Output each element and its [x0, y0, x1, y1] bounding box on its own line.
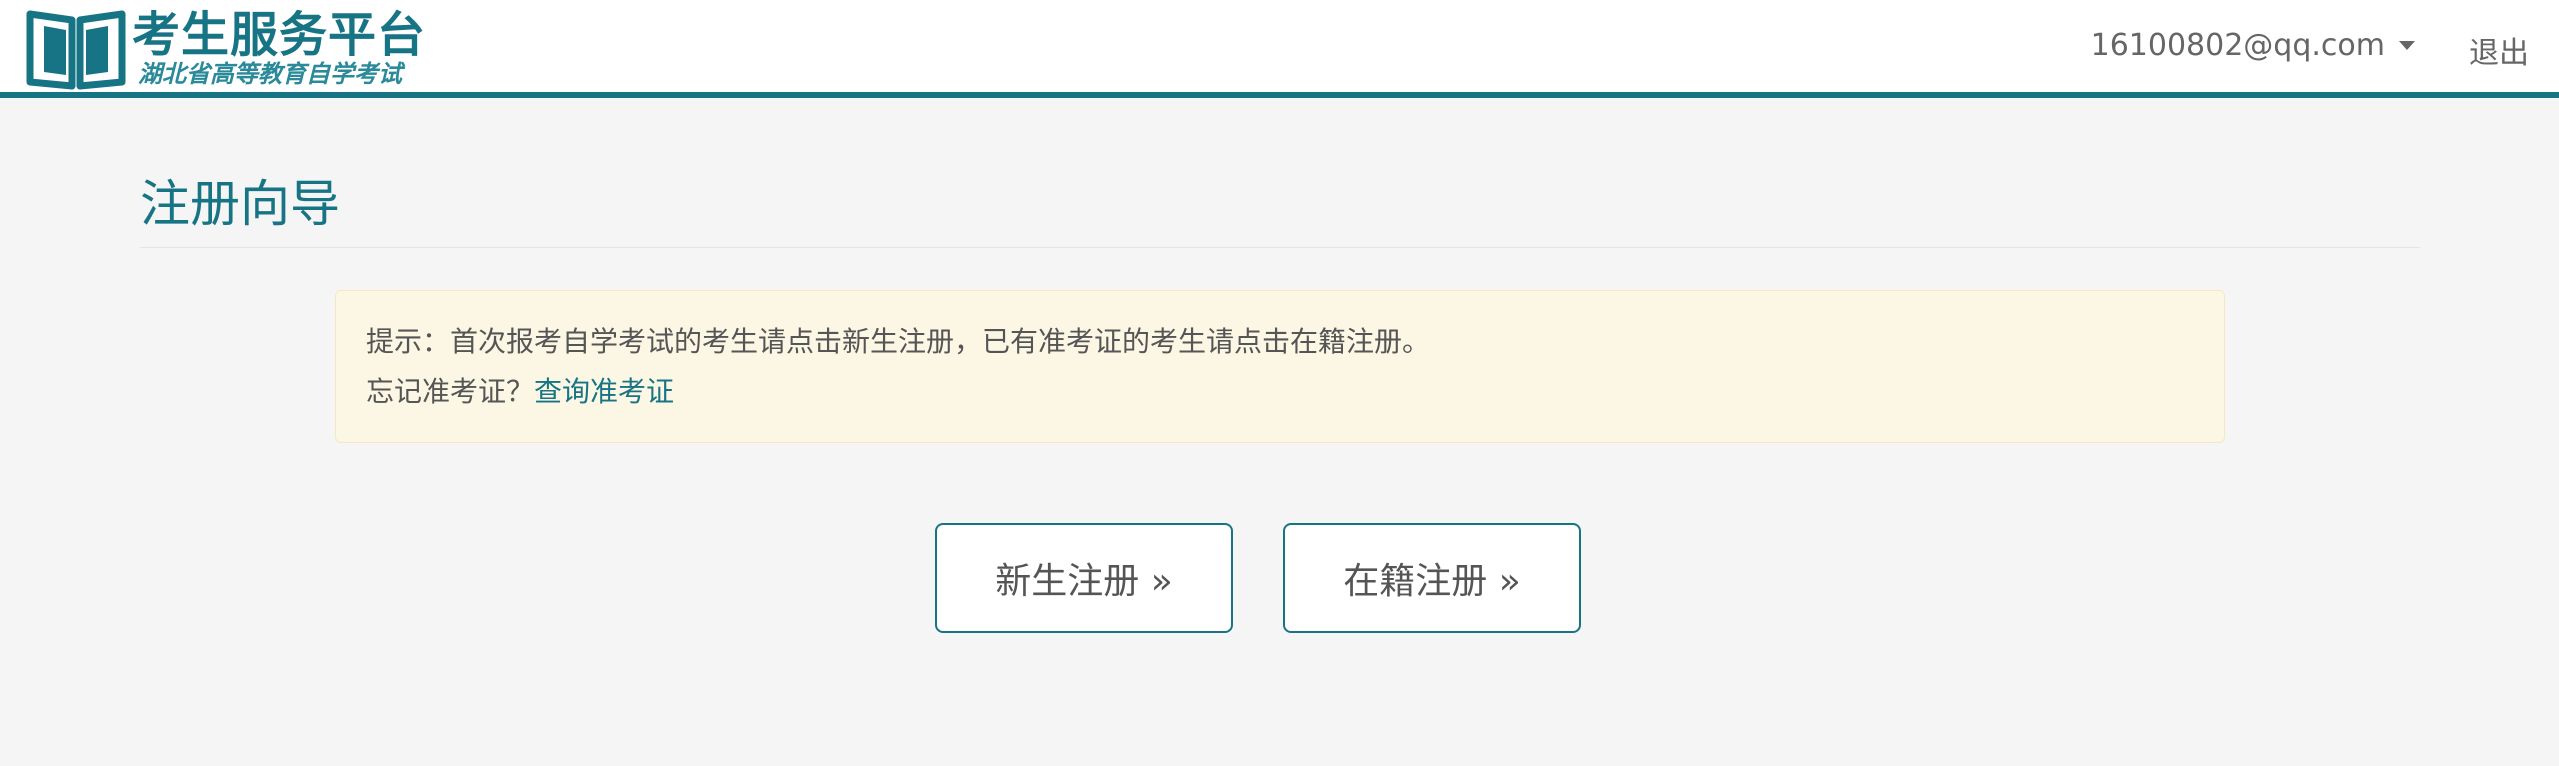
enrolled-student-register-button[interactable]: 在籍注册 »	[1283, 523, 1581, 633]
logo-subtitle: 湖北省高等教育自学考试	[138, 60, 402, 88]
notice-alert: 提示：首次报考自学考试的考生请点击新生注册，已有准考证的考生请点击在籍注册。 忘…	[335, 290, 2225, 443]
user-email: 16100802@qq.com	[2090, 28, 2385, 63]
forgot-ticket-text: 忘记准考证？	[366, 375, 535, 408]
new-student-register-button[interactable]: 新生注册 »	[935, 523, 1233, 633]
top-navbar: 考生服务平台 湖北省高等教育自学考试 16100802@qq.com 退出	[0, 0, 2559, 98]
notice-line-1: 提示：首次报考自学考试的考生请点击新生注册，已有准考证的考生请点击在籍注册。	[366, 325, 1431, 358]
logout-link[interactable]: 退出	[2469, 28, 2529, 72]
logo-title: 考生服务平台	[132, 7, 427, 63]
notice-line-2: 忘记准考证？查询准考证	[366, 367, 2194, 417]
page-header: 注册向导	[140, 168, 2420, 248]
user-account-dropdown[interactable]: 16100802@qq.com	[2091, 28, 2415, 63]
query-ticket-link[interactable]: 查询准考证	[534, 375, 674, 408]
open-book-icon	[26, 10, 126, 90]
caret-down-icon	[2399, 41, 2415, 50]
site-logo[interactable]: 考生服务平台 湖北省高等教育自学考试	[26, 6, 425, 90]
page-title: 注册向导	[140, 175, 340, 233]
